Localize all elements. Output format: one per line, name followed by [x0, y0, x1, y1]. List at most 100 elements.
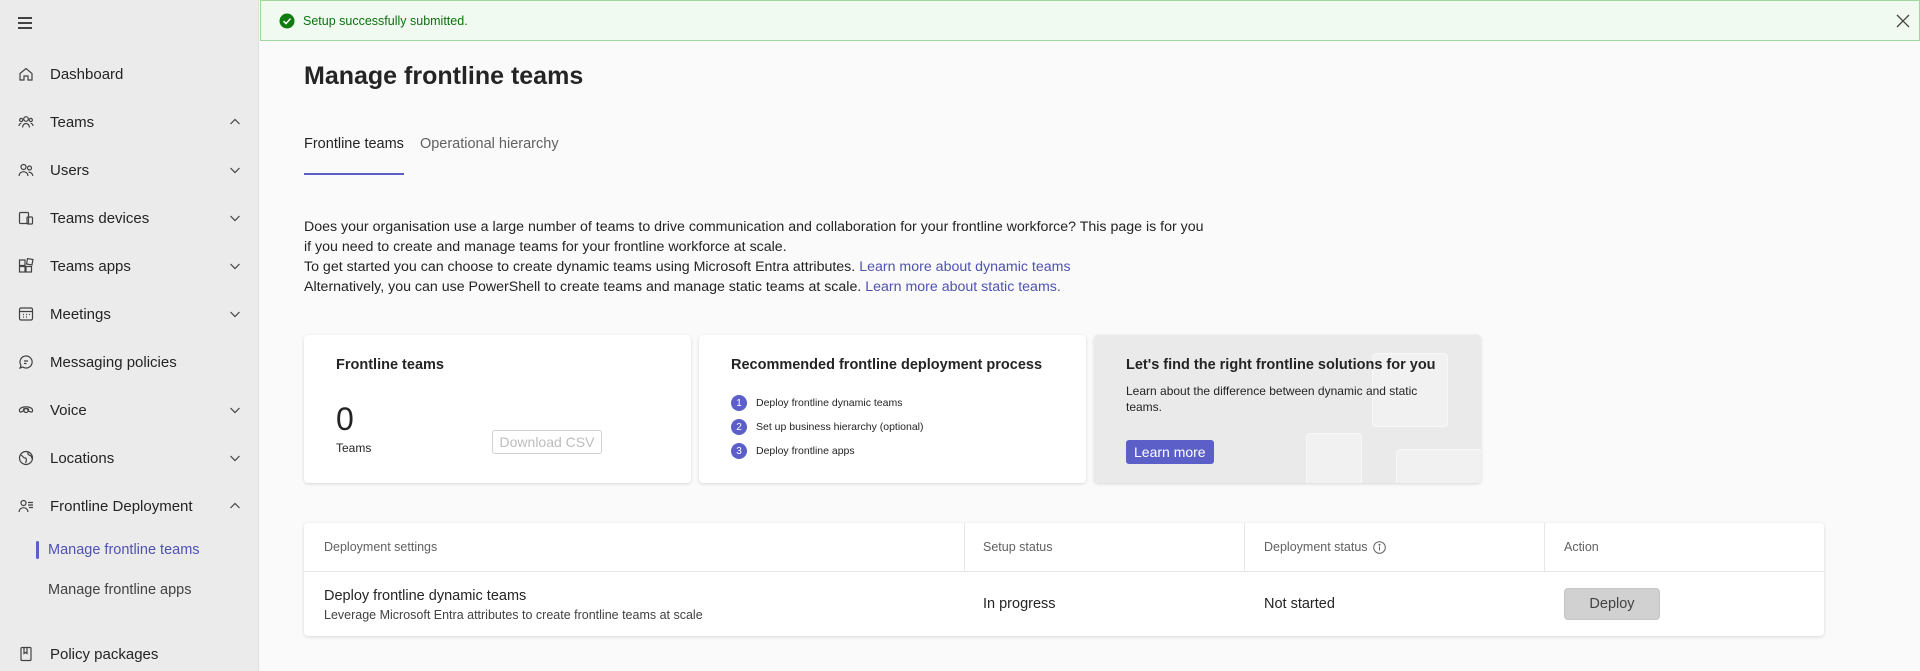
row-title: Deploy frontline dynamic teams — [324, 588, 527, 604]
tab-operational-hierarchy[interactable]: Operational hierarchy — [420, 136, 559, 176]
teams-count-label: Teams — [336, 441, 372, 455]
row-subtitle: Leverage Microsoft Entra attributes to c… — [324, 608, 703, 622]
deployment-table: Deployment settings Setup status Deploym… — [304, 523, 1824, 636]
sidebar-item-teams-apps[interactable]: Teams apps — [0, 242, 259, 290]
sidebar-item-label: Policy packages — [50, 645, 159, 663]
info-icon[interactable] — [1372, 540, 1386, 554]
calendar-icon — [18, 306, 34, 322]
intro-line: Alternatively, you can use PowerShell to… — [304, 277, 1224, 297]
chevron-down-icon[interactable] — [229, 164, 241, 176]
sidebar-item-policy-packages[interactable]: Policy packages — [0, 630, 259, 671]
chevron-down-icon[interactable] — [229, 452, 241, 464]
teams-count: 0 — [336, 401, 354, 437]
sidebar-item-label: Teams apps — [50, 257, 131, 275]
sidebar-item-users[interactable]: Users — [0, 146, 259, 194]
tab-frontline-teams[interactable]: Frontline teams — [304, 136, 404, 176]
hamburger-menu-icon[interactable] — [18, 17, 32, 29]
sidebar-item-voice[interactable]: Voice — [0, 386, 259, 434]
deploy-button[interactable]: Deploy — [1564, 588, 1660, 620]
learn-more-dynamic-teams-link[interactable]: Learn more about dynamic teams — [859, 259, 1070, 275]
sidebar-item-messaging-policies[interactable]: Messaging policies — [0, 338, 259, 386]
process-step: 2 Set up business hierarchy (optional) — [731, 415, 924, 439]
column-divider — [1544, 523, 1545, 571]
column-header-setup-status: Setup status — [983, 540, 1053, 554]
home-icon — [18, 66, 34, 82]
intro-text-segment: To get started you can choose to create … — [304, 259, 856, 275]
column-header-deployment-settings: Deployment settings — [324, 540, 438, 554]
step-label: Deploy frontline dynamic teams — [756, 397, 903, 409]
sidebar-item-label: Teams devices — [50, 209, 150, 227]
learn-more-button[interactable]: Learn more — [1126, 440, 1214, 464]
step-number: 1 — [731, 395, 747, 411]
step-number: 2 — [731, 419, 747, 435]
sidebar-item-label: Users — [50, 161, 90, 179]
intro-line: if you need to create and manage teams f… — [304, 239, 787, 255]
deployment-process-card: Recommended frontline deployment process… — [699, 335, 1086, 483]
setup-status-value: In progress — [983, 596, 1056, 612]
apps-icon — [18, 258, 34, 274]
sidebar-item-teams[interactable]: Teams — [0, 98, 259, 146]
sidebar-item-frontline-deployment[interactable]: Frontline Deployment — [0, 482, 259, 530]
step-number: 3 — [731, 443, 747, 459]
step-label: Set up business hierarchy (optional) — [756, 421, 924, 433]
card-description: Learn about the difference between dynam… — [1126, 384, 1418, 414]
nav-list: Dashboard Teams Users Teams devices Team… — [0, 50, 259, 610]
checkmark-circle-icon — [279, 13, 295, 29]
sidebar-item-label: Voice — [50, 401, 87, 419]
sidebar-item-locations[interactable]: Locations — [0, 434, 259, 482]
learn-more-static-teams-link[interactable]: Learn more about static teams. — [865, 279, 1061, 295]
column-header-action: Action — [1564, 540, 1599, 554]
intro-text-segment: Alternatively, you can use PowerShell to… — [304, 279, 862, 295]
process-step: 1 Deploy frontline dynamic teams — [731, 391, 924, 415]
frontline-subnav: Manage frontline teams Manage frontline … — [0, 530, 259, 610]
chevron-down-icon[interactable] — [229, 308, 241, 320]
chat-icon — [18, 354, 34, 370]
column-divider — [1244, 523, 1245, 571]
card-title: Recommended frontline deployment process — [731, 357, 1043, 373]
intro-line: To get started you can choose to create … — [304, 257, 1224, 277]
sidebar-item-label: Frontline Deployment — [50, 497, 193, 515]
sidebar-item-meetings[interactable]: Meetings — [0, 290, 259, 338]
column-header-label: Deployment status — [1264, 540, 1368, 554]
sidebar-item-teams-devices[interactable]: Teams devices — [0, 194, 259, 242]
intro-text: Does your organisation use a large numbe… — [304, 217, 1224, 297]
sidebar-subitem-manage-frontline-apps[interactable]: Manage frontline apps — [0, 570, 259, 610]
device-icon — [18, 210, 34, 226]
chevron-up-icon[interactable] — [229, 500, 241, 512]
card-title: Let's find the right frontline solutions… — [1126, 357, 1436, 373]
chevron-down-icon[interactable] — [229, 404, 241, 416]
frontline-solutions-card: Let's find the right frontline solutions… — [1094, 335, 1481, 483]
globe-icon — [18, 450, 34, 466]
decorative-tile — [1396, 449, 1481, 483]
sidebar-item-dashboard[interactable]: Dashboard — [0, 50, 259, 98]
sidebar-item-label: Dashboard — [50, 65, 124, 83]
users-icon — [18, 162, 34, 178]
decorative-tile — [1306, 433, 1362, 483]
header-divider — [304, 571, 1824, 572]
column-header-deployment-status: Deployment status — [1264, 523, 1386, 571]
close-icon[interactable] — [1895, 13, 1911, 29]
sidebar-item-label: Locations — [50, 449, 115, 467]
page-title: Manage frontline teams — [304, 62, 584, 90]
people-icon — [18, 498, 34, 514]
deployment-status-value: Not started — [1264, 596, 1335, 612]
sidebar-item-label: Meetings — [50, 305, 111, 323]
process-step: 3 Deploy frontline apps — [731, 439, 924, 463]
success-banner: Setup successfully submitted. — [260, 0, 1920, 41]
intro-line: Does your organisation use a large numbe… — [304, 219, 1204, 235]
chevron-up-icon[interactable] — [229, 116, 241, 128]
banner-message: Setup successfully submitted. — [303, 13, 468, 28]
download-csv-button[interactable]: Download CSV — [492, 430, 602, 454]
column-divider — [964, 523, 965, 571]
chevron-down-icon[interactable] — [229, 212, 241, 224]
chevron-down-icon[interactable] — [229, 260, 241, 272]
card-title: Frontline teams — [336, 357, 444, 373]
tab-list: Frontline teams Operational hierarchy — [304, 136, 575, 176]
step-label: Deploy frontline apps — [756, 445, 855, 457]
frontline-teams-card: Frontline teams 0 Teams Download CSV — [304, 335, 691, 483]
voice-icon — [18, 402, 34, 418]
sidebar: Dashboard Teams Users Teams devices Team… — [0, 0, 259, 671]
sidebar-item-label: Messaging policies — [50, 353, 177, 371]
process-steps: 1 Deploy frontline dynamic teams 2 Set up … — [731, 391, 924, 463]
sidebar-subitem-manage-frontline-teams[interactable]: Manage frontline teams — [0, 530, 259, 570]
